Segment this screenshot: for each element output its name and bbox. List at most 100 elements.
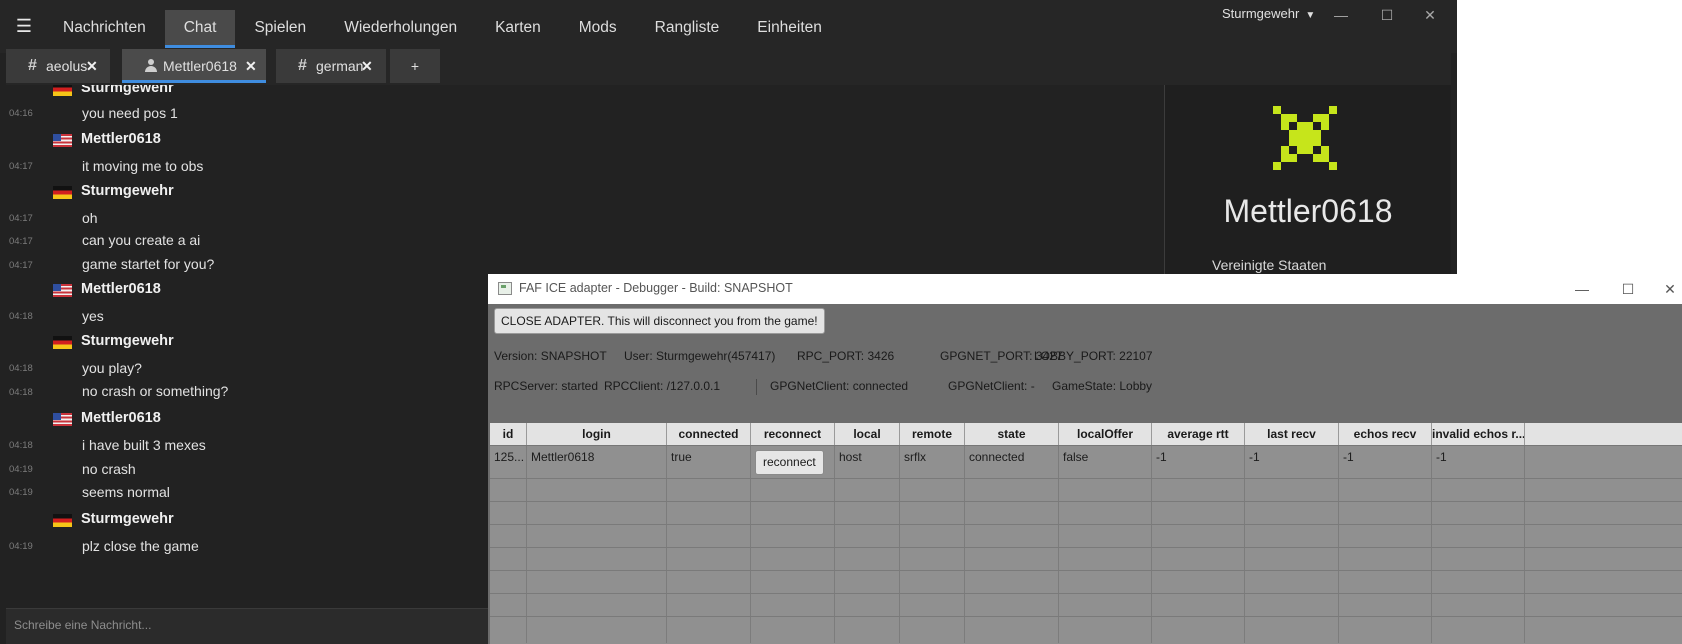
cell-local: host (835, 446, 900, 478)
ice-debugger-window: FAF ICE adapter - Debugger - Build: SNAP… (488, 274, 1682, 644)
message-author[interactable]: Sturmgewehr (81, 511, 174, 527)
version-label: Version: SNAPSHOT (494, 349, 607, 363)
message-time: 04:17 (9, 213, 33, 224)
message-time: 04:19 (9, 464, 33, 475)
column-header[interactable]: connected (667, 423, 751, 445)
cell-id: 125... (490, 446, 527, 478)
maximize-icon[interactable]: ☐ (1616, 278, 1640, 300)
nav-item-wiederholungen[interactable]: Wiederholungen (325, 10, 476, 48)
top-navigation-bar: ☰ Nachrichten Chat Spielen Wiederholunge… (0, 0, 1457, 53)
gpgnet-client-status: GPGNetClient: connected (770, 379, 909, 393)
column-header[interactable]: localOffer (1059, 423, 1152, 445)
message-time: 04:17 (9, 260, 33, 271)
message-time: 04:18 (9, 311, 33, 322)
message-time: 04:16 (9, 108, 33, 119)
message-text: it moving me to obs (82, 158, 204, 174)
table-row-empty (490, 502, 1682, 525)
table-row-empty (490, 548, 1682, 571)
message-text: you play? (82, 360, 142, 376)
column-header[interactable]: login (527, 423, 667, 445)
message-author[interactable]: Sturmgewehr (81, 85, 174, 96)
close-tab-icon[interactable]: ✕ (245, 49, 257, 83)
nav-item-einheiten[interactable]: Einheiten (738, 10, 841, 48)
message-text: i have built 3 mexes (82, 437, 206, 453)
tab-aeolus[interactable]: # aeolus ✕ (6, 49, 110, 83)
message-author[interactable]: Sturmgewehr (81, 333, 174, 349)
avatar (1273, 106, 1337, 170)
user-menu[interactable]: Sturmgewehr ▼ (1222, 6, 1315, 21)
nav-item-nachrichten[interactable]: Nachrichten (44, 10, 165, 48)
message-author[interactable]: Mettler0618 (81, 410, 161, 426)
message-text: you need pos 1 (82, 105, 178, 121)
message-text: oh (82, 210, 98, 226)
message-text: game startet for you? (82, 256, 215, 272)
nav-item-chat[interactable]: Chat (164, 10, 236, 48)
chevron-down-icon: ▼ (1305, 10, 1316, 21)
nav-item-rangliste[interactable]: Rangliste (636, 10, 739, 48)
table-row-empty (490, 594, 1682, 617)
nav-item-karten[interactable]: Karten (476, 10, 560, 48)
flag-germany-icon (53, 514, 72, 527)
cell-state: connected (965, 446, 1059, 478)
close-icon[interactable]: ✕ (1418, 4, 1442, 26)
rpc-server-status: RPCServer: started (494, 379, 599, 393)
close-adapter-button[interactable]: CLOSE ADAPTER. This will disconnect you … (494, 308, 825, 334)
cell-login: Mettler0618 (527, 446, 667, 478)
message-time: 04:18 (9, 440, 33, 451)
reconnect-button[interactable]: reconnect (755, 450, 824, 475)
column-header[interactable]: state (965, 423, 1059, 445)
add-tab-button[interactable]: + (390, 49, 440, 83)
column-header[interactable]: echos recv (1339, 423, 1432, 445)
message-author[interactable]: Mettler0618 (81, 131, 161, 147)
table-row-empty (490, 479, 1682, 502)
message-time: 04:19 (9, 541, 33, 552)
column-header[interactable]: remote (900, 423, 965, 445)
user-icon (144, 59, 158, 73)
table-row-empty (490, 617, 1682, 643)
message-text: seems normal (82, 484, 170, 500)
cell-last-recv: -1 (1245, 446, 1339, 478)
hash-icon: # (298, 57, 307, 74)
message-input[interactable]: Schreibe eine Nachricht... (6, 608, 488, 644)
column-header[interactable]: last recv (1245, 423, 1339, 445)
nav-item-mods[interactable]: Mods (560, 10, 636, 48)
message-author[interactable]: Sturmgewehr (81, 183, 174, 199)
column-header[interactable]: id (490, 423, 527, 445)
message-time: 04:19 (9, 487, 33, 498)
nav-item-spielen[interactable]: Spielen (235, 10, 325, 48)
flag-usa-icon (53, 413, 72, 426)
hamburger-menu-icon[interactable]: ☰ (10, 12, 38, 40)
user-label: User: Sturmgewehr(457417) (624, 349, 776, 363)
column-header[interactable]: reconnect (751, 423, 835, 445)
column-header[interactable]: local (835, 423, 900, 445)
message-time: 04:17 (9, 236, 33, 247)
cell-remote: srflx (900, 446, 965, 478)
window-title: FAF ICE adapter - Debugger - Build: SNAP… (519, 281, 793, 295)
table-row-empty (490, 525, 1682, 548)
tab-german[interactable]: # german ✕ (276, 49, 386, 83)
column-header[interactable]: average rtt (1152, 423, 1245, 445)
cell-invalid-echos: -1 (1432, 446, 1525, 478)
column-header-filler (1525, 423, 1682, 445)
flag-usa-icon (53, 284, 72, 297)
close-icon[interactable]: ✕ (1658, 278, 1682, 300)
minimize-icon[interactable]: — (1329, 4, 1353, 26)
message-text: no crash or something? (82, 383, 229, 399)
column-header[interactable]: invalid echos r... (1432, 423, 1525, 445)
maximize-icon[interactable]: ☐ (1375, 4, 1399, 26)
ice-title-bar: FAF ICE adapter - Debugger - Build: SNAP… (488, 274, 1682, 304)
message-time: 04:18 (9, 363, 33, 374)
flag-usa-icon (53, 134, 72, 147)
close-tab-icon[interactable]: ✕ (361, 49, 373, 83)
gpgnet-client-status-2: GPGNetClient: - (948, 379, 1035, 393)
message-text: no crash (82, 461, 136, 477)
profile-country: Vereinigte Staaten (1212, 257, 1327, 273)
table-row[interactable]: 125... Mettler0618 true reconnect host s… (490, 446, 1682, 479)
message-author[interactable]: Mettler0618 (81, 281, 161, 297)
minimize-icon[interactable]: — (1570, 278, 1594, 300)
tab-mettler0618[interactable]: Mettler0618 ✕ (122, 49, 266, 83)
close-tab-icon[interactable]: ✕ (86, 49, 98, 83)
tab-label: aeolus (46, 58, 88, 74)
message-input-placeholder: Schreibe eine Nachricht... (14, 618, 152, 632)
user-info-panel: Mettler0618 Vereinigte Staaten (1164, 85, 1451, 285)
